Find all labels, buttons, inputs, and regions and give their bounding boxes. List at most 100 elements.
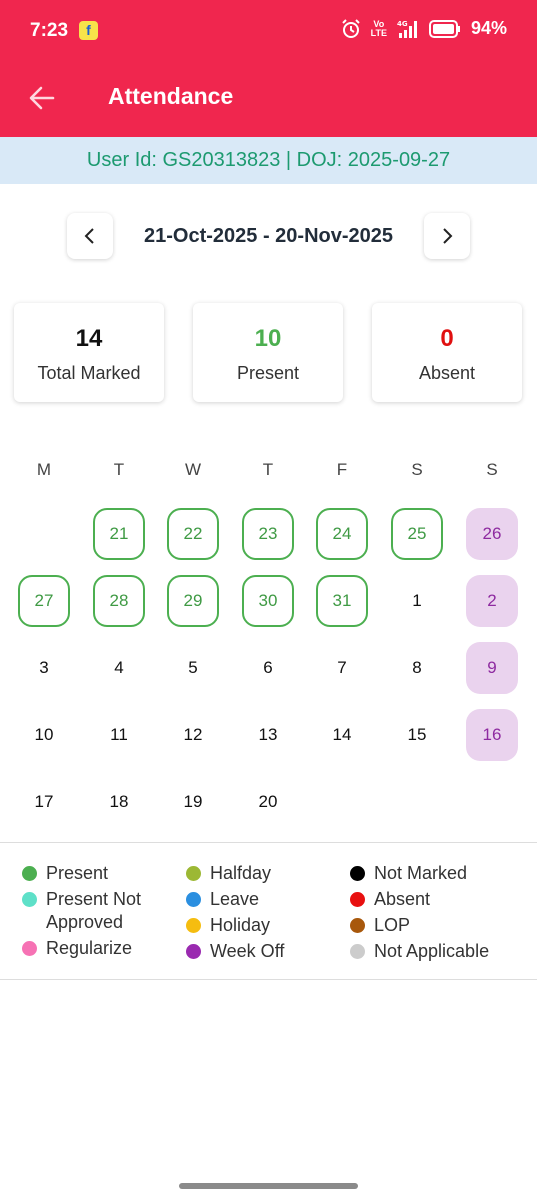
legend-item: Not Marked: [350, 862, 467, 885]
calendar-day[interactable]: 18: [93, 776, 145, 828]
home-indicator: [179, 1183, 358, 1189]
page-title: Attendance: [108, 83, 234, 109]
calendar-day[interactable]: 23: [242, 508, 294, 560]
legend-dot-icon: [22, 892, 37, 907]
calendar-day[interactable]: 11: [93, 709, 145, 761]
calendar-day[interactable]: 7: [316, 642, 368, 694]
legend-label: Not Marked: [374, 863, 468, 883]
legend-dot-icon: [22, 941, 37, 956]
legend-label: Present Not Approved: [46, 889, 142, 932]
legend-dot-icon: [350, 892, 365, 907]
legend-item: Absent: [350, 888, 430, 911]
stat-card-present: 10 Present: [193, 303, 343, 402]
calendar-day[interactable]: 19: [167, 776, 219, 828]
next-period-button[interactable]: [424, 213, 470, 259]
calendar-day[interactable]: 13: [242, 709, 294, 761]
date-range-label: 21-Oct-2025 - 20-Nov-2025: [143, 225, 393, 247]
calendar-day[interactable]: 14: [316, 709, 368, 761]
legend-label: LOP: [374, 915, 411, 935]
previous-period-button[interactable]: [67, 213, 113, 259]
total-marked-label: Total Marked: [37, 363, 141, 383]
weekday-header: T: [113, 460, 125, 479]
legend-label: Regularize: [46, 938, 133, 958]
calendar-day[interactable]: 15: [391, 709, 443, 761]
network-label: 4G: [397, 20, 408, 28]
calendar-day[interactable]: 25: [391, 508, 443, 560]
status-time: 7:23: [30, 20, 69, 41]
present-value: 10: [254, 325, 282, 352]
calendar-day[interactable]: 9: [466, 642, 518, 694]
absent-label: Absent: [418, 363, 476, 383]
legend-label: Holiday: [210, 915, 271, 935]
legend-dot-icon: [350, 918, 365, 933]
alarm-icon: [341, 18, 361, 39]
weekday-header: F: [336, 460, 348, 479]
battery-icon: [428, 19, 461, 38]
calendar-day[interactable]: 10: [18, 709, 70, 761]
arrow-left-icon: [29, 86, 55, 110]
legend-item: Not Applicable: [350, 940, 489, 963]
legend-label: Present: [46, 863, 109, 883]
legend-label: Not Applicable: [374, 941, 490, 961]
status-icons: Vo LTE 4G 94%: [341, 18, 507, 39]
calendar-day[interactable]: 6: [242, 642, 294, 694]
app-bar: Attendance: [0, 62, 537, 137]
legend-item: Holiday: [186, 914, 270, 937]
legend-label: Leave: [210, 889, 260, 909]
battery-percent: 94%: [470, 18, 507, 38]
legend-dot-icon: [22, 866, 37, 881]
divider: [0, 842, 537, 843]
legend-label: Absent: [374, 889, 431, 909]
stat-card-total-marked: 14 Total Marked: [14, 303, 164, 402]
calendar-day[interactable]: 30: [242, 575, 294, 627]
legend-dot-icon: [350, 866, 365, 881]
weekday-header: S: [486, 460, 498, 479]
present-label: Present: [236, 363, 300, 383]
weekday-header: T: [262, 460, 274, 479]
legend-item: Leave: [186, 888, 259, 911]
status-bar: 7:23 f Vo LTE 4G 94%: [0, 0, 537, 62]
legend-item: Present Not Approved: [22, 888, 141, 934]
lte-icon: Vo LTE: [370, 18, 387, 38]
calendar-day[interactable]: 4: [93, 642, 145, 694]
calendar-day[interactable]: 28: [93, 575, 145, 627]
weekday-header: W: [184, 460, 202, 479]
calendar-day[interactable]: 31: [316, 575, 368, 627]
back-button[interactable]: [24, 80, 60, 116]
calendar-day[interactable]: 27: [18, 575, 70, 627]
calendar-day[interactable]: 2: [466, 575, 518, 627]
calendar-day[interactable]: 29: [167, 575, 219, 627]
legend-item: LOP: [350, 914, 410, 937]
weekday-header: M: [36, 460, 52, 479]
divider: [0, 979, 537, 980]
signal-icon: 4G: [397, 19, 419, 39]
legend-label: Halfday: [210, 863, 272, 883]
calendar-day[interactable]: 16: [466, 709, 518, 761]
calendar-day[interactable]: 5: [167, 642, 219, 694]
calendar-day[interactable]: 22: [167, 508, 219, 560]
legend-item: Week Off: [186, 940, 284, 963]
absent-value: 0: [440, 325, 454, 352]
legend-dot-icon: [350, 944, 365, 959]
calendar-day[interactable]: 26: [466, 508, 518, 560]
calendar-day[interactable]: 24: [316, 508, 368, 560]
flipkart-icon: f: [79, 21, 98, 40]
chevron-right-icon: [443, 228, 453, 244]
calendar-day[interactable]: 1: [391, 575, 443, 627]
calendar-day[interactable]: 3: [18, 642, 70, 694]
calendar-day[interactable]: 17: [18, 776, 70, 828]
legend-dot-icon: [186, 944, 201, 959]
legend-item: Present: [22, 862, 108, 885]
legend-item: Halfday: [186, 862, 271, 885]
legend-dot-icon: [186, 892, 201, 907]
total-marked-value: 14: [75, 325, 103, 352]
calendar-day[interactable]: 8: [391, 642, 443, 694]
stat-card-absent: 0 Absent: [372, 303, 522, 402]
weekday-header: S: [411, 460, 423, 479]
chevron-left-icon: [84, 228, 94, 244]
calendar-day[interactable]: 21: [93, 508, 145, 560]
legend-dot-icon: [186, 918, 201, 933]
calendar-day[interactable]: 12: [167, 709, 219, 761]
calendar-day[interactable]: 20: [242, 776, 294, 828]
legend-item: Regularize: [22, 937, 132, 960]
